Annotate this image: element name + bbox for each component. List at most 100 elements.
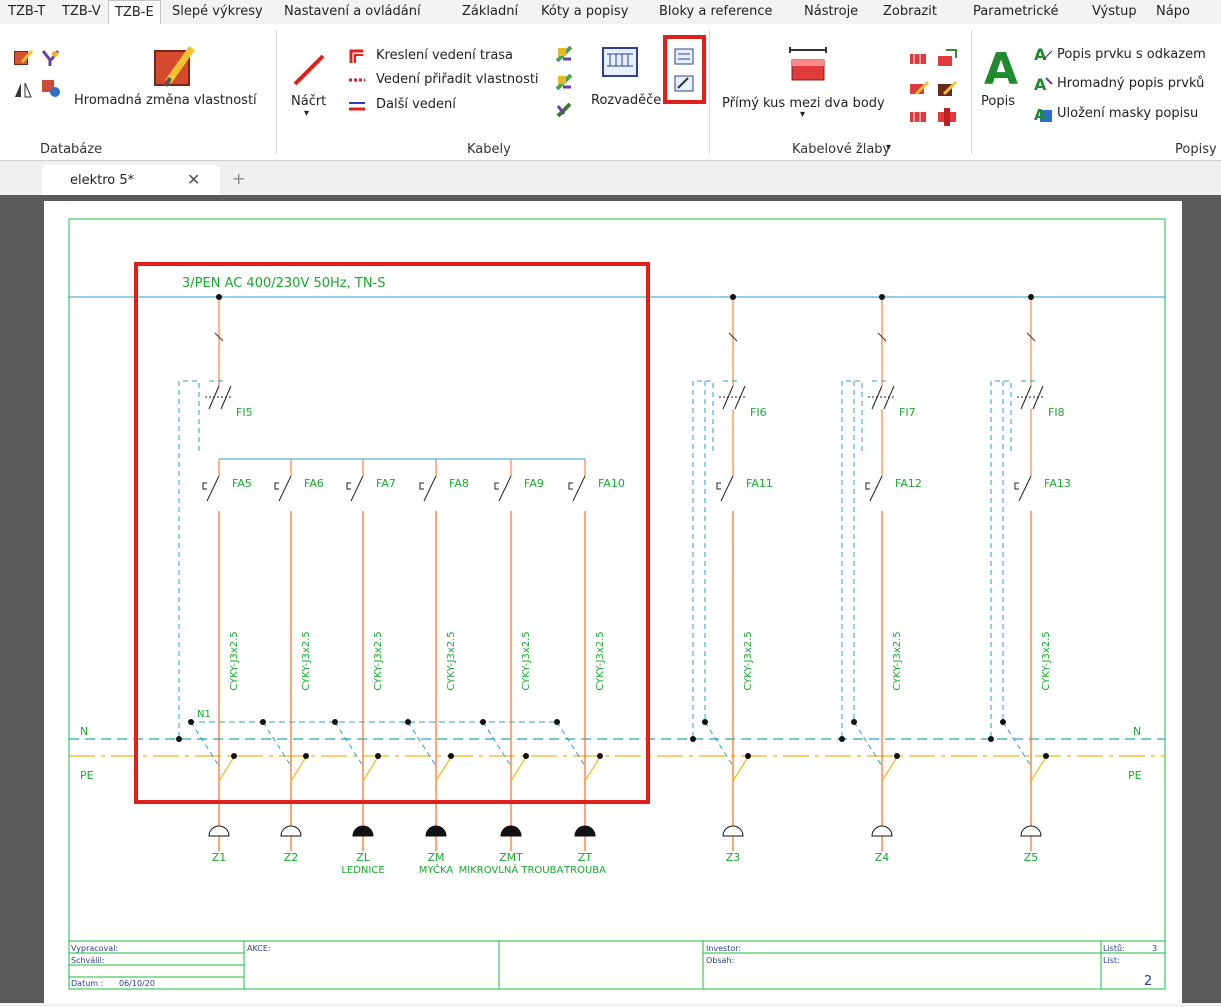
sketch-line-icon[interactable] — [291, 52, 327, 88]
tab-tzb-v[interactable]: TZB-V — [56, 0, 107, 24]
tab-zakladni[interactable]: Základní — [456, 0, 524, 24]
cable-tray-icon[interactable] — [786, 46, 830, 86]
tab-tzb-e[interactable]: TZB-E — [108, 0, 161, 24]
cable-tool-3-icon[interactable] — [554, 100, 574, 120]
assign-cable-properties-button[interactable]: Vedení přiřadit vlastnosti — [376, 72, 539, 87]
pe-branch — [881, 756, 898, 782]
tb-list-label: List: — [1103, 956, 1120, 965]
chevron-down-icon[interactable]: ▾ — [304, 108, 309, 119]
load-symbol — [425, 825, 447, 837]
tab-koty[interactable]: Kóty a popisy — [535, 0, 634, 24]
load-symbol — [500, 825, 522, 837]
title-block: Vypracoval: Schválil: Datum : 06/10/20 A… — [68, 940, 1166, 990]
load-name: MIKROVLNÁ TROUBA — [459, 863, 564, 876]
load-id: Z4 — [875, 851, 890, 864]
n-bus-label-right: N — [1133, 725, 1141, 738]
n-node — [690, 736, 696, 742]
save-label-mask-button[interactable]: Uložení masky popisu — [1057, 106, 1198, 121]
tray-tool-4-icon[interactable] — [936, 78, 958, 98]
load-id: ZT — [578, 851, 593, 864]
bulk-change-properties-icon[interactable] — [150, 42, 200, 94]
n-node — [839, 736, 845, 742]
tab-nastroje[interactable]: Nástroje — [798, 0, 864, 24]
n-node — [988, 736, 994, 742]
breaker-trip — [716, 482, 721, 490]
tab-zobrazit[interactable]: Zobrazit — [877, 0, 943, 24]
load-id: ZMT — [499, 851, 523, 864]
tab-napoveda[interactable]: Nápo — [1150, 0, 1196, 24]
tray-tool-5-icon[interactable] — [908, 108, 928, 126]
n-bus-label-left: N — [80, 725, 88, 738]
load-symbol — [574, 825, 596, 837]
n1-node — [851, 719, 857, 725]
document-tab-title: elektro 5* — [70, 173, 135, 188]
tray-tool-3-icon[interactable] — [908, 78, 930, 98]
pe-branch — [732, 756, 749, 782]
bulk-change-properties-button[interactable]: Hromadná změna vlastností — [74, 93, 257, 108]
database-icon[interactable] — [40, 78, 62, 98]
switchboard-small-icon[interactable] — [673, 47, 695, 67]
filter-icon[interactable] — [40, 48, 62, 68]
switchboard-edit-icon[interactable] — [673, 74, 695, 94]
more-cables-button[interactable]: Další vedení — [376, 97, 456, 112]
bulk-label-icon[interactable]: A — [1032, 74, 1054, 94]
switchboard-icon[interactable] — [601, 46, 639, 78]
label-with-reference-button[interactable]: Popis prvku s odkazem — [1057, 47, 1206, 62]
rcd-n-dashed — [990, 380, 1012, 741]
document-tab[interactable]: elektro 5* ✕ — [42, 165, 220, 195]
tab-slepe-vykresy[interactable]: Slepé výkresy — [166, 0, 269, 24]
assign-cable-icon[interactable] — [348, 74, 366, 86]
load-symbol — [352, 825, 374, 837]
tb-schvalil: Schválil: — [71, 956, 105, 965]
load-id: ZL — [356, 851, 371, 864]
mirror-icon[interactable] — [12, 80, 34, 100]
tray-tool-1-icon[interactable] — [908, 50, 928, 68]
chevron-down-icon[interactable]: ▾ — [800, 109, 805, 120]
load-symbol — [1020, 825, 1042, 837]
tb-obsah: Obsah: — [706, 956, 734, 965]
new-tab-icon[interactable]: + — [232, 169, 245, 188]
load-symbol — [722, 825, 744, 837]
tab-vystup[interactable]: Výstup — [1086, 0, 1143, 24]
more-cables-icon[interactable] — [348, 100, 366, 112]
load-id: Z5 — [1024, 851, 1039, 864]
tray-tool-6-icon[interactable] — [936, 106, 958, 126]
tab-tzb-t[interactable]: TZB-T — [2, 0, 51, 24]
load-id: Z3 — [726, 851, 741, 864]
save-label-mask-icon[interactable]: A — [1032, 104, 1054, 124]
cable-tool-2-icon[interactable] — [554, 72, 574, 92]
load-name: TROUBA — [563, 865, 606, 876]
edit-properties-icon[interactable] — [12, 48, 34, 68]
breaker-label: FA13 — [1044, 477, 1071, 490]
pe-bus-label-left: PE — [80, 769, 94, 782]
tab-nastaveni[interactable]: Nastavení a ovládání — [278, 0, 427, 24]
n1-node — [702, 719, 708, 725]
cable-route-icon[interactable] — [348, 47, 366, 65]
group-label-databaze: Databáze — [40, 142, 103, 157]
cable-label: CYKY-J3x2.5 — [743, 631, 754, 690]
tb-listu: 3 — [1152, 944, 1157, 953]
tab-bloky[interactable]: Bloky a reference — [653, 0, 779, 24]
annotation-button[interactable]: Popis — [981, 94, 1015, 109]
chevron-down-icon[interactable]: ▾ — [886, 142, 891, 153]
ribbon-tab-bar: TZB-T TZB-V TZB-E Slepé výkresy Nastaven… — [0, 0, 1221, 24]
cable-tool-1-icon[interactable] — [554, 44, 574, 64]
tray-tool-2-icon[interactable] — [936, 48, 958, 68]
close-icon[interactable]: ✕ — [187, 170, 200, 189]
annotation-a-icon[interactable]: A — [982, 44, 1024, 90]
tb-investor: Investor: — [706, 944, 741, 953]
bulk-label-button[interactable]: Hromadný popis prvků — [1057, 76, 1204, 91]
svg-text:A: A — [1034, 45, 1047, 63]
load-id: Z1 — [212, 851, 227, 864]
load-symbol — [208, 825, 230, 837]
label-with-leader-icon[interactable]: A — [1032, 45, 1054, 63]
group-label-kabely: Kabely — [467, 142, 511, 157]
group-label-kabelove-zlaby: Kabelové žlaby — [792, 142, 891, 157]
load-name: MYČKA — [419, 863, 454, 876]
switchboards-button[interactable]: Rozvaděče — [591, 93, 661, 108]
load-id: ZM — [427, 851, 444, 864]
draw-cable-route-button[interactable]: Kreslení vedení trasa — [376, 48, 513, 63]
n-branch — [853, 721, 883, 767]
tab-parametricke[interactable]: Parametrické — [967, 0, 1064, 24]
sketch-button[interactable]: Náčrt — [291, 94, 326, 109]
